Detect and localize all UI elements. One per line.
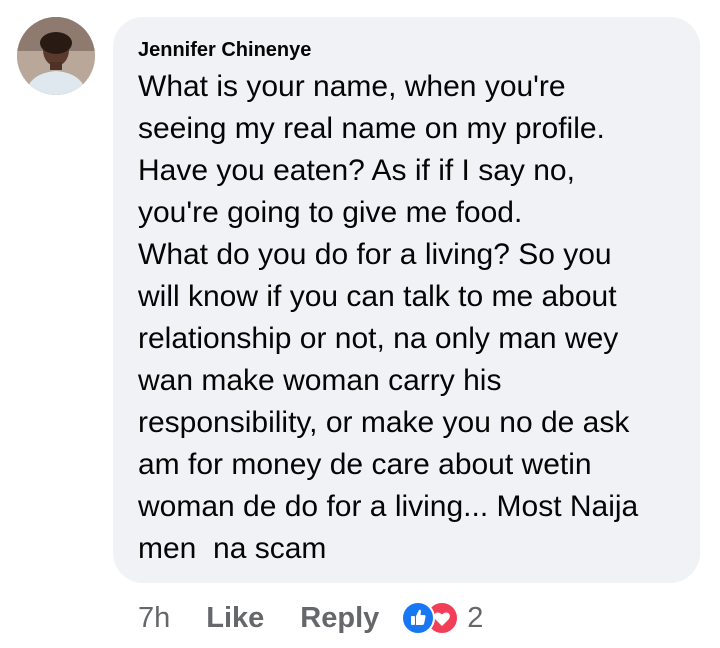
reaction-icons — [401, 601, 461, 635]
reactions-summary[interactable]: 2 — [401, 601, 483, 635]
comment-text-line: you're going to give me food. — [138, 196, 523, 229]
comment-text-line: What is your name, when you're — [138, 70, 566, 103]
reply-button[interactable]: Reply — [300, 602, 379, 635]
reaction-count: 2 — [467, 601, 484, 634]
comment-text: What is your name, when you're seeing my… — [138, 66, 680, 570]
comment-text-line: Have you eaten? As if if I say no, — [138, 154, 575, 187]
comment-actions: 7h Like Reply 2 — [138, 597, 483, 639]
comment-text-line: am for money de care about wetin — [138, 448, 592, 481]
avatar-photo — [17, 17, 95, 95]
author-avatar[interactable] — [17, 17, 95, 95]
comment-timestamp[interactable]: 7h — [138, 602, 170, 635]
comment-bubble: Jennifer Chinenye What is your name, whe… — [113, 17, 700, 583]
comment: Jennifer Chinenye What is your name, whe… — [0, 0, 720, 648]
comment-text-line: What do you do for a living? So you — [138, 238, 612, 271]
comment-text-line: woman de do for a living... Most Naija — [138, 490, 639, 523]
comment-text-line: seeing my real name on my profile. — [138, 112, 605, 145]
comment-text-line: relationship or not, na only man wey — [138, 322, 619, 355]
comment-text-line: will know if you can talk to me about — [138, 280, 617, 313]
like-button[interactable]: Like — [206, 602, 264, 635]
comment-text-line: wan make woman carry his — [138, 364, 502, 397]
comment-text-line: responsibility, or make you no de ask — [138, 406, 630, 439]
author-name[interactable]: Jennifer Chinenye — [138, 38, 680, 62]
like-icon — [401, 601, 436, 635]
comment-text-line: men na scam — [138, 532, 327, 565]
